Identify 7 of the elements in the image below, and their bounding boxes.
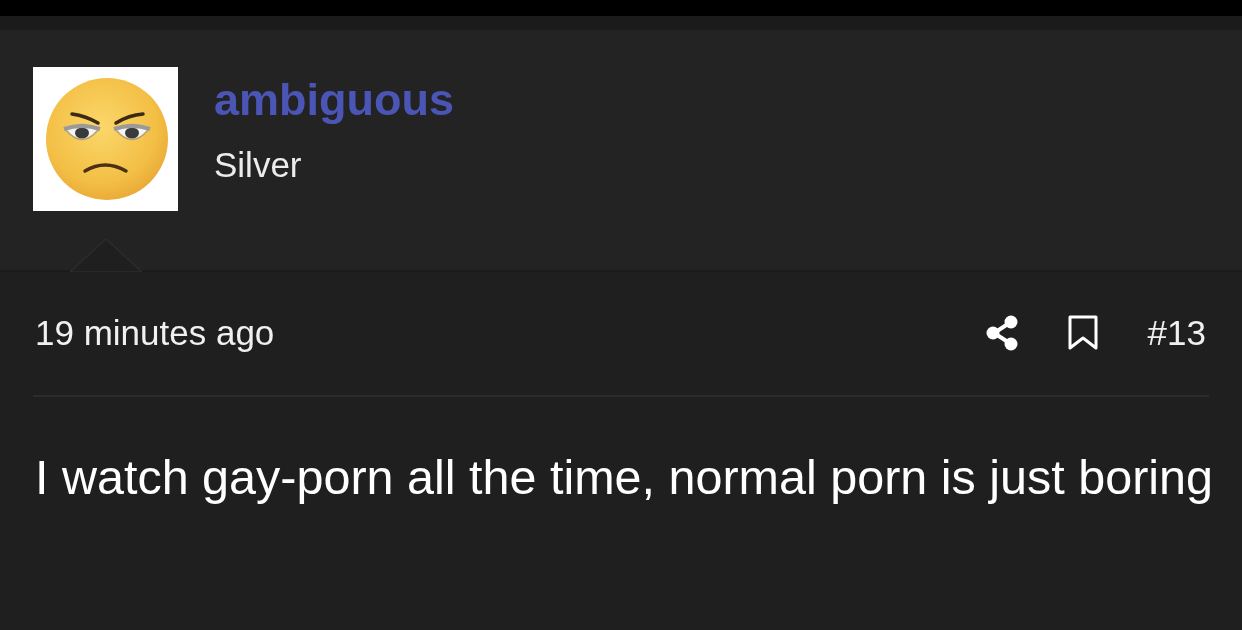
frowning-face-avatar-icon[interactable] — [33, 67, 178, 211]
share-icon[interactable] — [985, 315, 1018, 351]
user-rank: Silver — [214, 145, 303, 185]
bookmark-icon[interactable] — [1067, 315, 1098, 351]
post-text: I watch gay-porn all the time, normal porn is just boring — [35, 449, 1215, 505]
post-number-link[interactable]: #13 — [1147, 312, 1206, 354]
post-timestamp: 19 minutes ago — [35, 312, 275, 354]
